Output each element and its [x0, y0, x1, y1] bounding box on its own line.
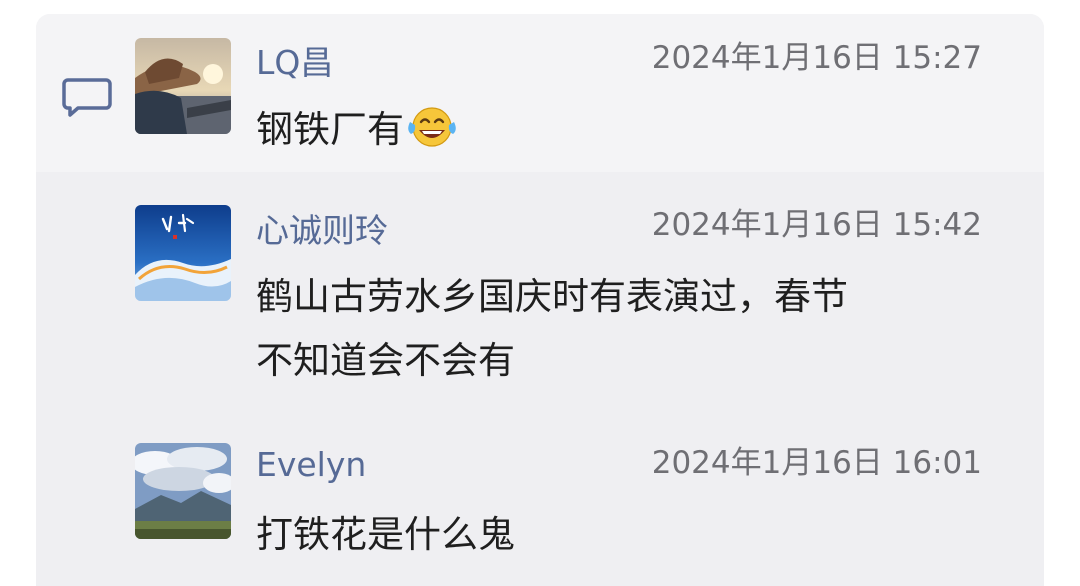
username[interactable]: Evelyn: [256, 445, 366, 485]
avatar[interactable]: [135, 38, 231, 134]
comment-text: 钢铁厂有: [256, 98, 986, 162]
blue-wave-art-avatar: [135, 205, 231, 301]
cowboy-hat-sunset-avatar: [135, 38, 231, 134]
avatar[interactable]: [135, 443, 231, 539]
comment-text-content: 钢铁厂有: [256, 108, 404, 151]
comment-text: 鹤山古劳水乡国庆时有表演过，春节 不知道会不会有: [256, 275, 848, 382]
avatar[interactable]: [135, 205, 231, 301]
timestamp: 2024年1月16日 15:27: [651, 40, 982, 76]
username[interactable]: LQ昌: [256, 43, 333, 83]
timestamp: 2024年1月16日 15:42: [651, 207, 982, 243]
username[interactable]: 心诚则玲: [256, 211, 388, 251]
timestamp: 2024年1月16日 16:01: [651, 445, 982, 481]
laughing-tears-emoji: [408, 107, 456, 147]
comment-icon[interactable]: [62, 74, 112, 118]
cloudy-mountain-avatar: [135, 443, 231, 539]
comment-text: 打铁花是什么鬼: [256, 513, 515, 556]
